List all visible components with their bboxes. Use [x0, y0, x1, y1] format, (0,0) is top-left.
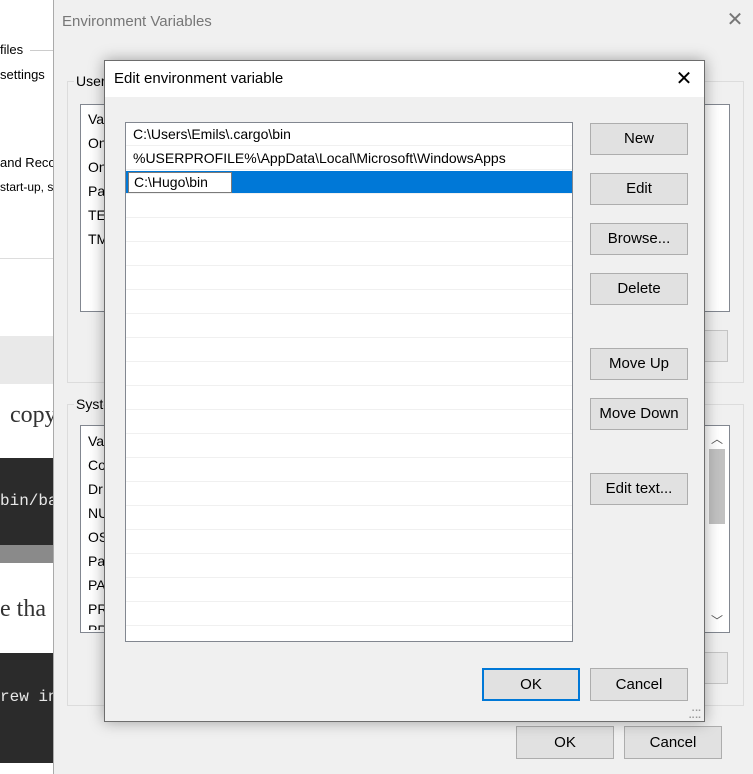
- list-item[interactable]: [126, 219, 572, 242]
- list-item[interactable]: [126, 507, 572, 530]
- list-item[interactable]: [126, 459, 572, 482]
- path-entry-text: %USERPROFILE%\AppData\Local\Microsoft\Wi…: [133, 150, 506, 166]
- env-window-close-icon[interactable]: ✕: [723, 8, 747, 32]
- background-text-copy: copy: [10, 402, 57, 428]
- list-item[interactable]: [126, 603, 572, 626]
- list-item[interactable]: %USERPROFILE%\AppData\Local\Microsoft\Wi…: [126, 147, 572, 170]
- list-item[interactable]: [126, 387, 572, 410]
- move-up-button[interactable]: Move Up: [590, 348, 688, 380]
- background-code-text: bin/ba: [0, 492, 58, 510]
- background-gray-band: [0, 336, 53, 384]
- new-button-label: New: [623, 130, 654, 147]
- delete-button[interactable]: Delete: [590, 273, 688, 305]
- move-down-button[interactable]: Move Down: [590, 398, 688, 430]
- list-item[interactable]: [126, 579, 572, 602]
- list-item[interactable]: Dr: [88, 481, 103, 497]
- list-item: Va: [88, 111, 105, 127]
- scrollbar-thumb[interactable]: [709, 449, 725, 524]
- dialog-cancel-button[interactable]: Cancel: [590, 668, 688, 701]
- edit-text-button[interactable]: Edit text...: [590, 473, 688, 505]
- list-item[interactable]: [126, 243, 572, 266]
- list-item[interactable]: [126, 555, 572, 578]
- list-item[interactable]: [126, 627, 572, 641]
- background-text-files: files: [0, 42, 24, 57]
- background-code-scrollbar: [0, 545, 53, 563]
- path-edit-input[interactable]: C:\Hugo\bin: [128, 172, 232, 193]
- background-text-that: e tha: [0, 596, 46, 622]
- list-item[interactable]: C:\Users\Emils\.cargo\bin: [126, 123, 572, 146]
- env-window-title: Environment Variables: [62, 13, 212, 30]
- list-item[interactable]: [126, 339, 572, 362]
- path-entry-text: C:\Users\Emils\.cargo\bin: [133, 126, 291, 142]
- env-cancel-button[interactable]: Cancel: [624, 726, 722, 759]
- selected-list-item[interactable]: C:\Hugo\bin: [126, 171, 572, 194]
- background-text-settings: settings: [0, 67, 45, 82]
- list-item[interactable]: [126, 531, 572, 554]
- background-divider: [30, 50, 53, 51]
- browse-button[interactable]: Browse...: [590, 223, 688, 255]
- background-code-text: rew in: [0, 688, 58, 706]
- user-variables-label: User: [74, 73, 108, 89]
- list-item[interactable]: [126, 411, 572, 434]
- resize-grip-icon[interactable]: ⠠⠤ ⠤⠤: [688, 705, 702, 722]
- list-item[interactable]: PA: [88, 577, 106, 593]
- scroll-up-icon[interactable]: ︿: [708, 430, 726, 446]
- scroll-down-icon[interactable]: ﹀: [708, 612, 726, 628]
- list-item: Va: [88, 433, 105, 449]
- env-ok-button[interactable]: OK: [516, 726, 614, 759]
- list-item[interactable]: [126, 267, 572, 290]
- list-item[interactable]: [126, 195, 572, 218]
- list-item[interactable]: [126, 435, 572, 458]
- background-text-startup: start-up, s: [0, 180, 54, 194]
- dialog-title: Edit environment variable: [114, 70, 284, 87]
- dialog-ok-button[interactable]: OK: [482, 668, 580, 701]
- list-item[interactable]: [126, 291, 572, 314]
- path-list[interactable]: C:\Users\Emils\.cargo\bin %USERPROFILE%\…: [125, 122, 573, 642]
- list-item[interactable]: [126, 483, 572, 506]
- background-code-block: [0, 653, 53, 763]
- list-item[interactable]: [126, 363, 572, 386]
- edit-button[interactable]: Edit: [590, 173, 688, 205]
- list-item[interactable]: [126, 315, 572, 338]
- dialog-close-icon[interactable]: ✕: [671, 66, 697, 92]
- background-divider: [0, 258, 53, 259]
- new-button[interactable]: New: [590, 123, 688, 155]
- list-item[interactable]: Pa: [88, 553, 105, 569]
- list-item[interactable]: Pa: [88, 183, 105, 199]
- background-text-and-reco: and Reco: [0, 155, 56, 170]
